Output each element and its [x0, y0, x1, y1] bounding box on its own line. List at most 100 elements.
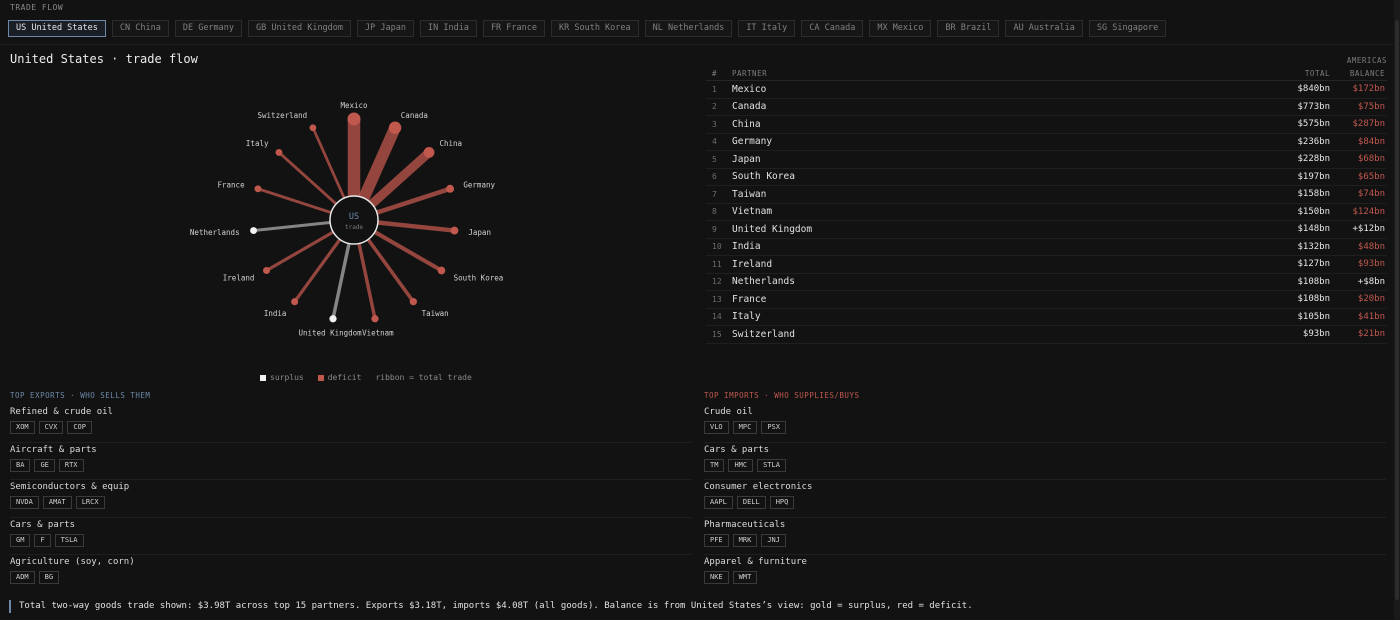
- partner-table: AMERICAS # PARTNER TOTAL BALANCE 1 Mexico…: [706, 56, 1387, 344]
- app-label: TRADE FLOW: [10, 3, 64, 12]
- tab-sg-singapore[interactable]: SG Singapore: [1088, 20, 1167, 37]
- ticker-lrcx[interactable]: LRCX: [75, 496, 105, 509]
- table-row[interactable]: 6 South Korea $197bn $65bn: [706, 169, 1387, 186]
- tab-br-brazil[interactable]: BR Brazil: [937, 20, 1000, 37]
- row-partner: China: [732, 118, 761, 130]
- table-row[interactable]: 15 Switzerland $93bn $21bn: [706, 326, 1387, 344]
- node-taiwan[interactable]: [409, 298, 418, 306]
- node-ireland[interactable]: [263, 266, 271, 275]
- ticker-f[interactable]: F: [34, 533, 51, 547]
- tab-us-united-states[interactable]: US United States: [8, 20, 106, 37]
- tab-fr-france[interactable]: FR France: [482, 20, 545, 37]
- tab-ca-canada[interactable]: CA Canada: [801, 20, 864, 37]
- table-row[interactable]: 10 India $132bn $48bn: [706, 239, 1387, 256]
- tab-au-australia[interactable]: AU Australia: [1005, 20, 1083, 37]
- table-row[interactable]: 12 Netherlands $108bn +$8bn: [706, 274, 1387, 291]
- row-balance: $20bn: [1357, 294, 1385, 305]
- table-row[interactable]: 11 Ireland $127bn $93bn: [706, 256, 1387, 274]
- row-number: 7: [712, 189, 717, 199]
- ticker-stla[interactable]: STLA: [757, 458, 786, 472]
- ticker-vlo[interactable]: VLO: [704, 421, 729, 434]
- ribbon-united-kingdom[interactable]: [331, 243, 351, 320]
- col-num-header: #: [712, 69, 718, 78]
- tab-mx-mexico[interactable]: MX Mexico: [869, 20, 932, 37]
- group-title: Consumer electronics: [704, 482, 813, 492]
- row-number: 1: [712, 84, 717, 94]
- legend-surplus-label: surplus: [270, 373, 304, 382]
- node-switzerland[interactable]: [309, 124, 317, 132]
- tab-de-germany[interactable]: DE Germany: [174, 20, 243, 37]
- tab-nl-netherlands[interactable]: NL Netherlands: [644, 20, 733, 37]
- node-italy[interactable]: [275, 148, 283, 156]
- ticker-dell[interactable]: DELL: [736, 496, 766, 509]
- ticker-gm[interactable]: GM: [10, 533, 31, 547]
- node-netherlands[interactable]: [250, 227, 258, 235]
- col-total-header[interactable]: TOTAL: [1272, 69, 1332, 78]
- ticker-bg[interactable]: BG: [38, 571, 60, 584]
- table-row[interactable]: 8 Vietnam $150bn $124bn: [706, 204, 1387, 221]
- tab-gb-united-kingdom[interactable]: GB United Kingdom: [248, 20, 352, 37]
- ticker-rtx[interactable]: RTX: [58, 458, 84, 472]
- node-mexico[interactable]: [347, 112, 361, 126]
- node-china[interactable]: [423, 147, 435, 158]
- legend-note: ribbon = total trade: [375, 373, 472, 382]
- ticker-cop[interactable]: COP: [67, 421, 92, 434]
- table-row[interactable]: 3 China $575bn $287bn: [706, 116, 1387, 134]
- ticker-tm[interactable]: TM: [704, 458, 725, 472]
- table-row[interactable]: 14 Italy $105bn $41bn: [706, 309, 1387, 326]
- node-france[interactable]: [254, 185, 262, 193]
- ticker-nke[interactable]: NKE: [704, 571, 729, 584]
- ribbon-france[interactable]: [257, 187, 332, 214]
- ticker-hmc[interactable]: HMC: [728, 458, 754, 472]
- table-row[interactable]: 5 Japan $228bn $68bn: [706, 151, 1387, 169]
- table-row[interactable]: 13 France $108bn $20bn: [706, 291, 1387, 309]
- table-row[interactable]: 2 Canada $773bn $75bn: [706, 99, 1387, 116]
- table-row[interactable]: 9 United Kingdom $148bn +$12bn: [706, 221, 1387, 239]
- ticker-xom[interactable]: XOM: [10, 421, 35, 434]
- node-india[interactable]: [291, 298, 299, 306]
- node-south-korea[interactable]: [437, 266, 446, 275]
- ticker-psx[interactable]: PSX: [761, 421, 786, 434]
- scroll-thumb[interactable]: [1395, 20, 1399, 600]
- ribbon-vietnam[interactable]: [357, 243, 377, 320]
- ticker-ba[interactable]: BA: [10, 458, 31, 472]
- exports-group: Refined & crude oil XOM CVX COP: [10, 405, 692, 443]
- row-partner: Japan: [732, 153, 761, 165]
- ticker-mpc[interactable]: MPC: [732, 421, 758, 434]
- label-south-korea: South Korea: [454, 274, 504, 283]
- row-partner: India: [732, 241, 761, 253]
- tab-jp-japan[interactable]: JP Japan: [357, 20, 414, 37]
- ribbon-japan[interactable]: [377, 220, 455, 233]
- tab-cn-china[interactable]: CN China: [111, 20, 169, 37]
- ticker-pfe[interactable]: PFE: [704, 533, 729, 547]
- tab-kr-south-korea[interactable]: KR South Korea: [551, 20, 639, 37]
- ticker-jnj[interactable]: JNJ: [761, 533, 786, 547]
- ticker-mrk[interactable]: MRK: [732, 533, 758, 547]
- row-number: 11: [712, 259, 722, 269]
- node-vietnam[interactable]: [371, 315, 379, 323]
- col-balance-header[interactable]: BALANCE: [1332, 69, 1387, 78]
- tab-it-italy[interactable]: IT Italy: [738, 20, 796, 37]
- ticker-nvda[interactable]: NVDA: [10, 496, 39, 509]
- table-row[interactable]: 1 Mexico $840bn $172bn: [706, 81, 1387, 99]
- ticker-aapl[interactable]: AAPL: [704, 496, 733, 509]
- ticker-adm[interactable]: ADM: [10, 571, 35, 584]
- row-total: $228bn: [1297, 154, 1330, 165]
- node-united-kingdom[interactable]: [329, 315, 337, 323]
- ticker-cvx[interactable]: CVX: [38, 421, 64, 434]
- row-total: $840bn: [1297, 84, 1330, 95]
- ticker-ge[interactable]: GE: [34, 458, 55, 472]
- ticker-hpq[interactable]: HPQ: [769, 496, 795, 509]
- ticker-amat[interactable]: AMAT: [42, 496, 72, 509]
- node-canada[interactable]: [388, 121, 402, 134]
- page-scrollbar[interactable]: [1394, 0, 1400, 620]
- group-title: Cars & parts: [10, 519, 76, 530]
- ticker-tsla[interactable]: TSLA: [54, 533, 84, 547]
- node-japan[interactable]: [450, 226, 459, 235]
- ribbon-netherlands[interactable]: [253, 221, 331, 233]
- node-germany[interactable]: [446, 184, 455, 193]
- table-row[interactable]: 4 Germany $236bn $84bn: [706, 134, 1387, 151]
- tab-in-india[interactable]: IN India: [419, 20, 477, 37]
- ticker-wmt[interactable]: WMT: [732, 571, 758, 584]
- table-row[interactable]: 7 Taiwan $158bn $74bn: [706, 186, 1387, 204]
